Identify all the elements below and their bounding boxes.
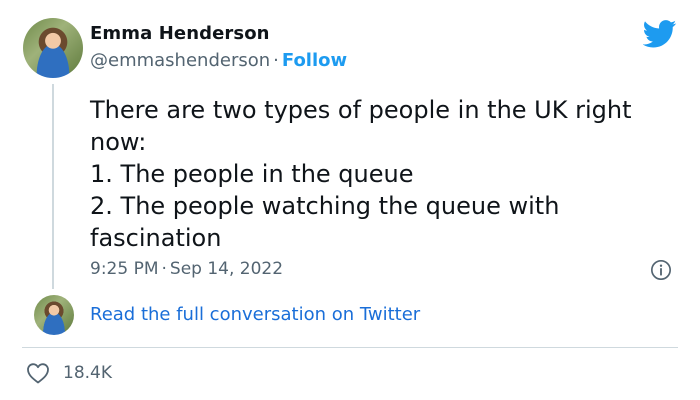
twitter-bird-icon[interactable] [643, 20, 677, 48]
author-handle-row: @emmashenderson · Follow [90, 50, 347, 71]
tweet-text-line: 2. The people watching the queue with [90, 192, 560, 220]
tweet-text-line: fascination [90, 224, 222, 252]
like-button[interactable]: 18.4K [26, 362, 112, 384]
tweet-timestamp[interactable]: 9:25 PM · Sep 14, 2022 [90, 259, 283, 279]
reply-avatar[interactable] [34, 295, 74, 335]
read-conversation-link[interactable]: Read the full conversation on Twitter [90, 304, 420, 325]
follow-button[interactable]: Follow [282, 50, 347, 71]
info-icon[interactable] [650, 259, 672, 281]
tweet-embed-card: Emma Henderson @emmashenderson · Follow Th… [0, 0, 700, 400]
tweet-date: Sep 14, 2022 [169, 259, 284, 279]
author-handle[interactable]: @emmashenderson [90, 50, 270, 71]
tweet-text-line: now: [90, 128, 147, 156]
divider [22, 347, 678, 348]
tweet-text-line: 1. The people in the queue [90, 160, 414, 188]
thread-line [52, 84, 54, 289]
like-count: 18.4K [63, 363, 112, 383]
tweet-text-line: There are two types of people in the UK … [90, 96, 632, 124]
tweet-time: 9:25 PM [90, 259, 159, 279]
author-name[interactable]: Emma Henderson [90, 23, 270, 44]
separator-dot: · [161, 259, 167, 279]
tweet-text: There are two types of people in the UK … [90, 94, 680, 254]
heart-icon [27, 363, 49, 384]
author-avatar[interactable] [23, 18, 83, 78]
separator-dot: · [273, 50, 279, 71]
